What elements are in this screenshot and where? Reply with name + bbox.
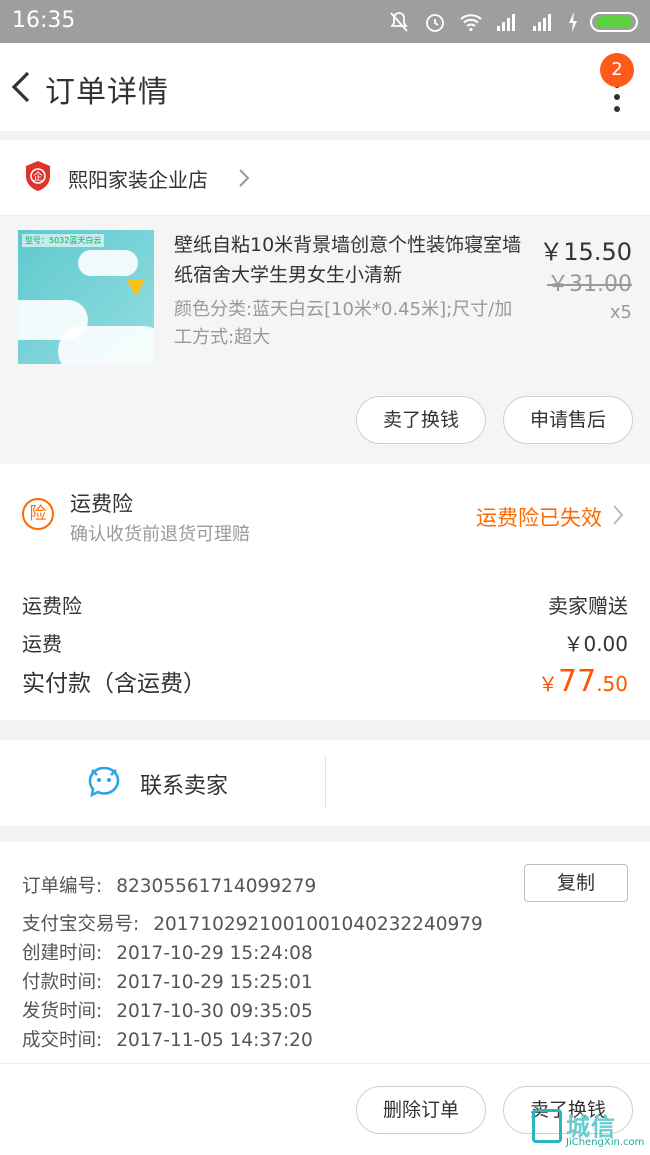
store-row[interactable]: 企 熙阳家装企业店	[0, 140, 650, 216]
fee-label: 运费险	[22, 594, 82, 618]
info-value: 2017102921001001040232240979	[153, 914, 483, 935]
created-time-row: 创建时间: 2017-10-29 15:24:08	[22, 939, 313, 965]
info-key: 发货时间:	[22, 1001, 103, 1022]
watermark-subtext: JiChengXin.com	[566, 1137, 645, 1148]
battery-icon	[590, 12, 638, 32]
fee-label: 运费	[22, 632, 62, 656]
product-price: ￥15.50	[539, 238, 632, 266]
alarm-icon	[426, 14, 444, 32]
header: 订单详情 2	[0, 43, 650, 131]
total-value: ￥77.50	[538, 664, 628, 699]
watermark-logo: 城信 JiChengXin.com	[530, 1105, 648, 1155]
fee-value: ￥0.00	[563, 632, 628, 656]
charging-icon	[569, 12, 577, 32]
fee-row: 运费 ￥0.00	[22, 628, 628, 657]
info-key: 创建时间:	[22, 943, 103, 964]
svg-text:企: 企	[33, 170, 43, 183]
product-item[interactable]: 型号：5032蓝天白云 壁纸自粘10米背景墙创意个性装饰寝室墙纸宿舍大学生男女生…	[0, 216, 650, 464]
status-bar: 16:35	[0, 0, 650, 43]
contact-section: 联系卖家	[0, 740, 650, 826]
divider	[325, 756, 326, 808]
info-value: 2017-10-30 09:35:05	[116, 1001, 313, 1022]
fee-row: 运费险 卖家赠送	[22, 590, 628, 619]
info-value: 2017-10-29 15:25:01	[116, 972, 313, 993]
store-name: 熙阳家装企业店	[68, 168, 208, 192]
thumbnail-tag: 型号：5032蓝天白云	[22, 234, 105, 247]
completed-time-row: 成交时间: 2017-11-05 14:37:20	[22, 1026, 313, 1052]
watermark-mark-icon	[532, 1109, 562, 1143]
total-decimal: .50	[596, 672, 628, 696]
status-time: 16:35	[12, 8, 76, 33]
paid-time-row: 付款时间: 2017-10-29 15:25:01	[22, 968, 313, 994]
chat-bubble-icon[interactable]	[86, 764, 122, 800]
mute-bell-icon	[390, 12, 408, 32]
info-key: 支付宝交易号:	[22, 914, 140, 935]
product-thumbnail[interactable]: 型号：5032蓝天白云	[18, 230, 154, 364]
total-row: 实付款（含运费） ￥77.50	[22, 664, 628, 699]
insurance-subtitle: 确认收货前退货可理赔	[70, 524, 250, 545]
product-quantity: x5	[609, 302, 632, 323]
info-value: 82305561714099279	[116, 876, 317, 897]
resell-button[interactable]: 卖了换钱	[356, 396, 486, 444]
fee-value: 卖家赠送	[548, 594, 628, 618]
order-number-row: 订单编号: 82305561714099279	[22, 872, 316, 898]
signal-icon	[497, 14, 515, 31]
total-label: 实付款（含运费）	[22, 671, 206, 697]
total-currency: ￥	[538, 672, 558, 696]
back-arrow-icon[interactable]	[8, 67, 38, 107]
enterprise-shop-icon: 企	[26, 161, 50, 191]
total-integer: 77	[558, 664, 597, 699]
info-key: 订单编号:	[22, 876, 103, 897]
shipping-insurance-section: 险 运费险 确认收货前退货可理赔 运费险已失效 运费险 卖家赠送 运费 ￥0.0…	[0, 464, 650, 720]
info-key: 付款时间:	[22, 972, 103, 993]
product-title: 壁纸自粘10米背景墙创意个性装饰寝室墙纸宿舍大学生男女生小清新	[174, 234, 522, 286]
copy-button[interactable]: 复制	[524, 864, 628, 902]
shipped-time-row: 发货时间: 2017-10-30 09:35:05	[22, 997, 313, 1023]
contact-seller-button[interactable]: 联系卖家	[140, 768, 228, 800]
page-title: 订单详情	[45, 75, 169, 110]
alipay-trade-row: 支付宝交易号: 2017102921001001040232240979	[22, 910, 483, 936]
info-value: 2017-10-29 15:24:08	[116, 943, 313, 964]
after-sale-button[interactable]: 申请售后	[503, 396, 633, 444]
status-icons	[386, 8, 638, 36]
info-key: 成交时间:	[22, 1030, 103, 1051]
chevron-right-icon[interactable]	[612, 504, 624, 526]
info-value: 2017-11-05 14:37:20	[116, 1030, 313, 1051]
delete-order-button[interactable]: 删除订单	[356, 1086, 486, 1134]
insurance-status[interactable]: 运费险已失效	[476, 502, 602, 532]
chevron-right-icon	[239, 169, 250, 187]
insurance-icon: 险	[22, 498, 54, 530]
insurance-title: 运费险	[70, 492, 133, 516]
wifi-icon	[460, 14, 482, 32]
product-original-price: ￥31.00	[547, 272, 632, 297]
signal-icon-2	[533, 14, 551, 31]
order-info-section: 订单编号: 82305561714099279 复制 支付宝交易号: 2017102…	[0, 842, 650, 1064]
product-spec: 颜色分类:蓝天白云[10米*0.45米];尺寸/加工方式:超大	[174, 299, 513, 348]
notification-badge: 2	[600, 53, 634, 87]
